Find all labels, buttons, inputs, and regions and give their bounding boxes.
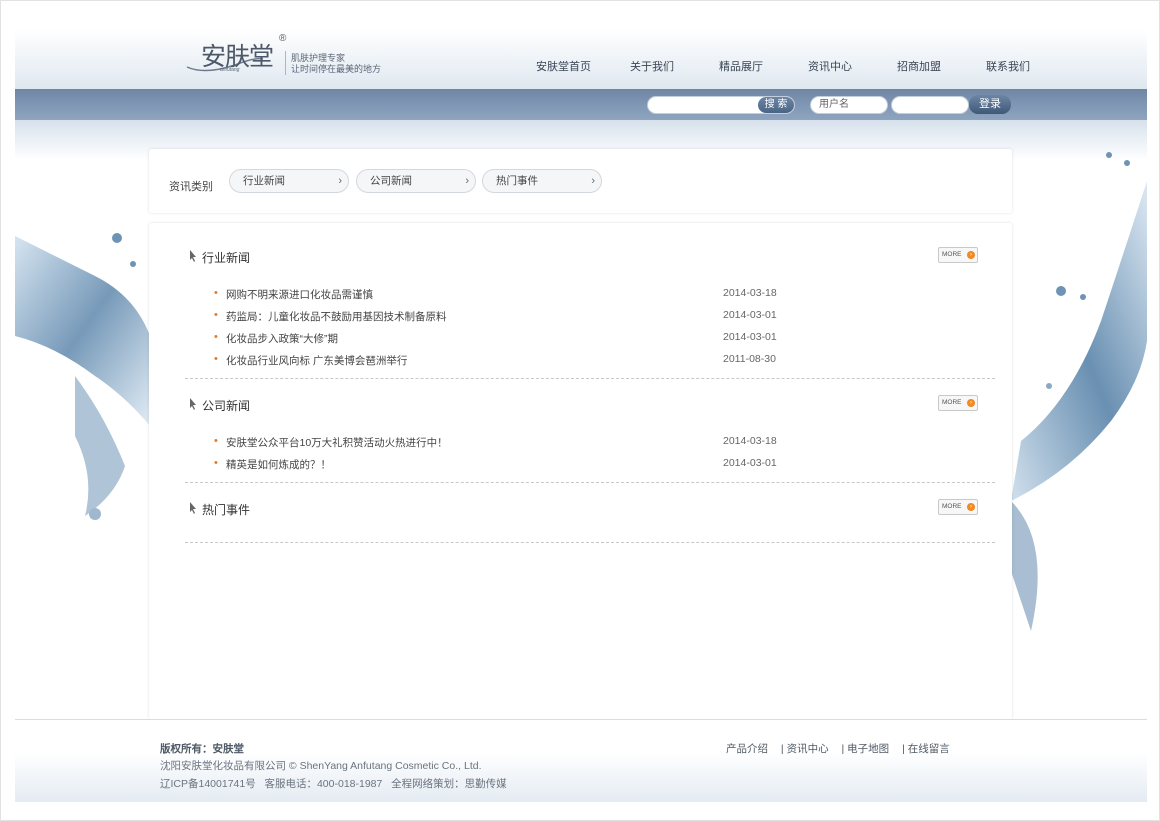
- category-tab-company[interactable]: 公司新闻 ›: [356, 169, 476, 193]
- category-tab-label: 行业新闻: [243, 175, 285, 187]
- footer-copyright: 版权所有：安肤堂: [160, 743, 244, 755]
- news-title[interactable]: 精英是如何炼成的？！: [226, 457, 331, 472]
- category-tab-hot[interactable]: 热门事件 ›: [482, 169, 602, 193]
- section-title: 热门事件: [202, 503, 251, 517]
- news-item[interactable]: • 精英是如何炼成的？！ 2014-03-01: [185, 457, 995, 471]
- news-title[interactable]: 安肤堂公众平台10万大礼积赞活动火热进行中！: [226, 435, 448, 450]
- arrow-right-icon: ›: [967, 251, 975, 259]
- cursor-arrow-icon: [190, 502, 196, 514]
- footer-separator: |: [902, 743, 905, 755]
- news-title[interactable]: 网购不明来源进口化妆品需谨慎: [226, 287, 373, 302]
- registered-mark-icon: ®: [279, 33, 287, 44]
- slogan-line-1: 肌肤护理专家: [291, 53, 346, 63]
- nav-showroom[interactable]: 精品展厅: [719, 58, 763, 74]
- section-title: 公司新闻: [202, 399, 251, 413]
- chevron-right-icon: ›: [465, 175, 469, 187]
- news-title[interactable]: 化妆品步入政策“大修”期: [226, 331, 338, 346]
- login-button[interactable]: 登录: [969, 95, 1011, 114]
- logo-subtext: anfutang: [220, 67, 240, 73]
- news-date: 2014-03-01: [723, 309, 777, 321]
- news-item[interactable]: • 化妆品步入政策“大修”期 2014-03-01: [185, 331, 995, 345]
- slogan: 肌肤护理专家 让时间停在最美的地方: [291, 53, 381, 75]
- more-button[interactable]: MORE ›: [938, 499, 978, 515]
- news-item[interactable]: • 网购不明来源进口化妆品需谨慎 2014-03-18: [185, 287, 995, 301]
- news-card: 行业新闻 MORE › • 网购不明来源进口化妆品需谨慎 2014-03-18 …: [149, 223, 1012, 720]
- nav-about[interactable]: 关于我们: [630, 58, 674, 74]
- section-divider: [185, 482, 995, 483]
- cursor-arrow-icon: [190, 398, 196, 410]
- footer-separator: |: [841, 743, 845, 755]
- more-button[interactable]: MORE ›: [938, 395, 978, 411]
- logo-divider: [285, 51, 286, 75]
- news-item[interactable]: • 安肤堂公众平台10万大礼积赞活动火热进行中！ 2014-03-18: [185, 435, 995, 449]
- footer-link-products[interactable]: 产品介绍: [726, 743, 768, 755]
- section-divider: [185, 378, 995, 379]
- category-tab-label: 热门事件: [496, 175, 538, 187]
- nav-news[interactable]: 资讯中心: [808, 58, 852, 74]
- chevron-right-icon: ›: [338, 175, 342, 187]
- bullet-icon: •: [214, 435, 218, 447]
- more-label: MORE: [942, 503, 962, 510]
- news-title[interactable]: 化妆品行业风向标 广东美博会琶洲举行: [226, 353, 407, 368]
- username-input[interactable]: 用户名: [810, 96, 888, 114]
- news-date: 2011-08-30: [723, 353, 776, 365]
- bullet-icon: •: [214, 353, 218, 365]
- cursor-arrow-icon: [190, 250, 196, 262]
- nav-franchise[interactable]: 招商加盟: [897, 58, 941, 74]
- category-tab-industry[interactable]: 行业新闻 ›: [229, 169, 349, 193]
- news-date: 2014-03-01: [723, 331, 777, 343]
- section-divider: [185, 542, 995, 543]
- bullet-icon: •: [214, 457, 218, 469]
- footer-links: 产品介绍 | 资讯中心 | 电子地图 | 在线留言: [726, 741, 950, 756]
- nav-home[interactable]: 安肤堂首页: [536, 58, 591, 74]
- section-title: 行业新闻: [202, 251, 251, 265]
- bullet-icon: •: [214, 287, 218, 299]
- bullet-icon: •: [214, 331, 218, 343]
- footer-link-news[interactable]: 资讯中心: [787, 743, 829, 755]
- news-item[interactable]: • 化妆品行业风向标 广东美博会琶洲举行 2011-08-30: [185, 353, 995, 367]
- nav-contact[interactable]: 联系我们: [986, 58, 1030, 74]
- footer-info: 辽ICP备14001741号 客服电话：400-018-1987 全程网络策划：…: [160, 778, 507, 790]
- category-label: 资讯类别: [169, 181, 213, 193]
- water-splash-left-icon: [15, 233, 150, 520]
- more-button[interactable]: MORE ›: [938, 247, 978, 263]
- more-label: MORE: [942, 251, 962, 258]
- page-frame: 安肤堂 ® anfutang 肌肤护理专家 让时间停在最美的地方 安肤堂首页 关…: [0, 0, 1160, 821]
- page-inner: 安肤堂 ® anfutang 肌肤护理专家 让时间停在最美的地方 安肤堂首页 关…: [15, 1, 1147, 821]
- news-date: 2014-03-18: [723, 287, 777, 299]
- chevron-right-icon: ›: [591, 175, 595, 187]
- search-button[interactable]: 搜 索: [758, 97, 794, 113]
- category-card: 资讯类别 行业新闻 › 公司新闻 › 热门事件 ›: [149, 149, 1012, 213]
- footer-company: 沈阳安肤堂化妆品有限公司 © ShenYang Anfutang Cosmeti…: [160, 760, 482, 772]
- footer-link-map[interactable]: 电子地图: [847, 743, 889, 755]
- news-item[interactable]: • 药监局：儿童化妆品不鼓励用基因技术制备原料 2014-03-01: [185, 309, 995, 323]
- footer-separator: |: [780, 743, 784, 755]
- bullet-icon: •: [214, 309, 218, 321]
- category-tab-label: 公司新闻: [370, 175, 412, 187]
- arrow-right-icon: ›: [967, 503, 975, 511]
- footer-link-message[interactable]: 在线留言: [908, 743, 950, 755]
- slogan-line-2: 让时间停在最美的地方: [291, 64, 382, 74]
- password-input[interactable]: [891, 96, 969, 114]
- more-label: MORE: [942, 399, 962, 406]
- water-splash-right-icon: [1011, 152, 1147, 631]
- arrow-right-icon: ›: [967, 399, 975, 407]
- news-date: 2014-03-01: [723, 457, 777, 469]
- news-date: 2014-03-18: [723, 435, 777, 447]
- news-title[interactable]: 药监局：儿童化妆品不鼓励用基因技术制备原料: [226, 309, 447, 324]
